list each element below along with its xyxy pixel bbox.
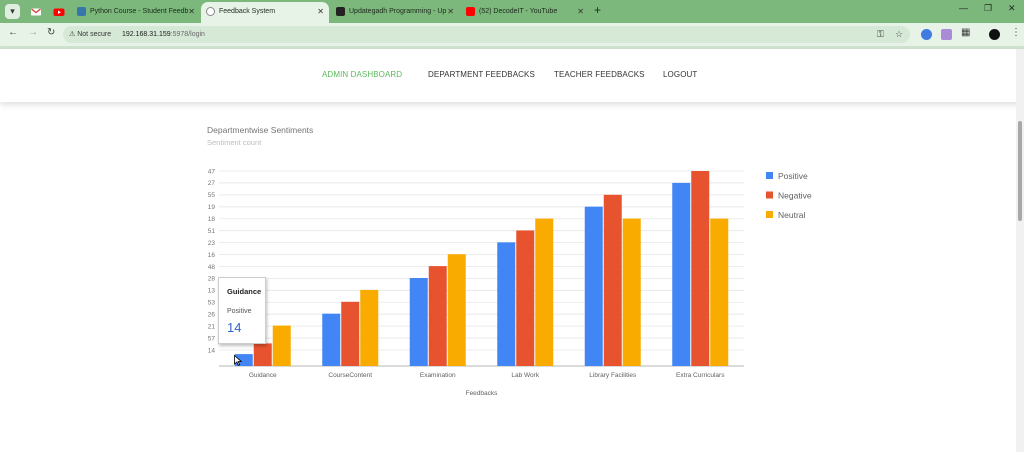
bar-negative-examination[interactable] — [428, 266, 447, 366]
y-tick-label: 47 — [208, 168, 216, 175]
legend-swatch-positive[interactable] — [766, 172, 773, 179]
scrollbar-thumb[interactable] — [1018, 121, 1022, 221]
y-tick-label: 19 — [208, 204, 216, 211]
page-scrollbar[interactable] — [1016, 49, 1024, 452]
sentiment-bar-chart: 47275519185123164828135326215714Guidance… — [208, 168, 812, 397]
x-axis-title: Feedbacks — [466, 390, 499, 397]
bar-negative-library-facilities[interactable] — [603, 194, 622, 366]
x-category-label: Lab Work — [511, 372, 539, 379]
tooltip-category: Guidance — [227, 287, 262, 296]
y-tick-label: 18 — [208, 216, 216, 223]
y-tick-label: 27 — [208, 180, 216, 187]
y-tick-label: 14 — [208, 347, 216, 354]
bar-neutral-library-facilities[interactable] — [622, 218, 641, 366]
legend-swatch-neutral[interactable] — [766, 211, 773, 218]
y-tick-label: 16 — [208, 252, 216, 259]
mouse-cursor-icon — [234, 355, 242, 366]
y-tick-label: 28 — [208, 276, 216, 283]
chart-legend[interactable]: Positive Negative Neutral — [766, 171, 812, 220]
y-tick-label: 51 — [208, 228, 216, 235]
legend-label-neutral[interactable]: Neutral — [778, 210, 806, 220]
tooltip-value: 14 — [227, 320, 242, 335]
chart-tooltip: Guidance Positive 14 — [218, 277, 266, 344]
legend-swatch-negative[interactable] — [766, 191, 773, 199]
bar-positive-examination[interactable] — [409, 278, 428, 366]
bar-negative-guidance[interactable] — [253, 343, 272, 366]
x-category-label: Examination — [420, 372, 456, 379]
bar-positive-extra-curriculars[interactable] — [672, 182, 691, 366]
x-category-label: Guidance — [249, 372, 277, 379]
x-category-label: Library Facilities — [589, 372, 637, 379]
bar-neutral-extra-curriculars[interactable] — [710, 218, 729, 366]
y-tick-label: 53 — [208, 300, 216, 307]
y-tick-label: 21 — [208, 323, 216, 330]
x-category-label: CourseContent — [328, 372, 372, 379]
bar-neutral-lab-work[interactable] — [535, 218, 554, 366]
legend-label-positive[interactable]: Positive — [778, 171, 808, 181]
chart-gridlines — [219, 170, 744, 367]
legend-label-negative[interactable]: Negative — [778, 191, 812, 201]
y-tick-label: 55 — [208, 192, 216, 199]
bar-neutral-guidance[interactable] — [272, 325, 291, 366]
bar-positive-library-facilities[interactable] — [584, 206, 603, 366]
chart-bars — [234, 171, 729, 366]
bar-negative-coursecontent[interactable] — [341, 301, 360, 366]
y-tick-label: 23 — [208, 240, 216, 247]
bar-neutral-coursecontent[interactable] — [360, 289, 379, 366]
bar-positive-coursecontent[interactable] — [322, 313, 341, 366]
y-tick-label: 57 — [208, 335, 216, 342]
x-category-label: Extra Curriculars — [676, 372, 725, 379]
y-tick-label: 13 — [208, 288, 216, 295]
tooltip-series: Positive — [227, 308, 252, 315]
bar-negative-lab-work[interactable] — [516, 230, 535, 366]
bar-positive-lab-work[interactable] — [497, 242, 516, 366]
y-tick-label: 48 — [208, 264, 216, 271]
bar-neutral-examination[interactable] — [447, 254, 466, 366]
y-tick-label: 26 — [208, 312, 216, 319]
bar-negative-extra-curriculars[interactable] — [691, 171, 710, 366]
